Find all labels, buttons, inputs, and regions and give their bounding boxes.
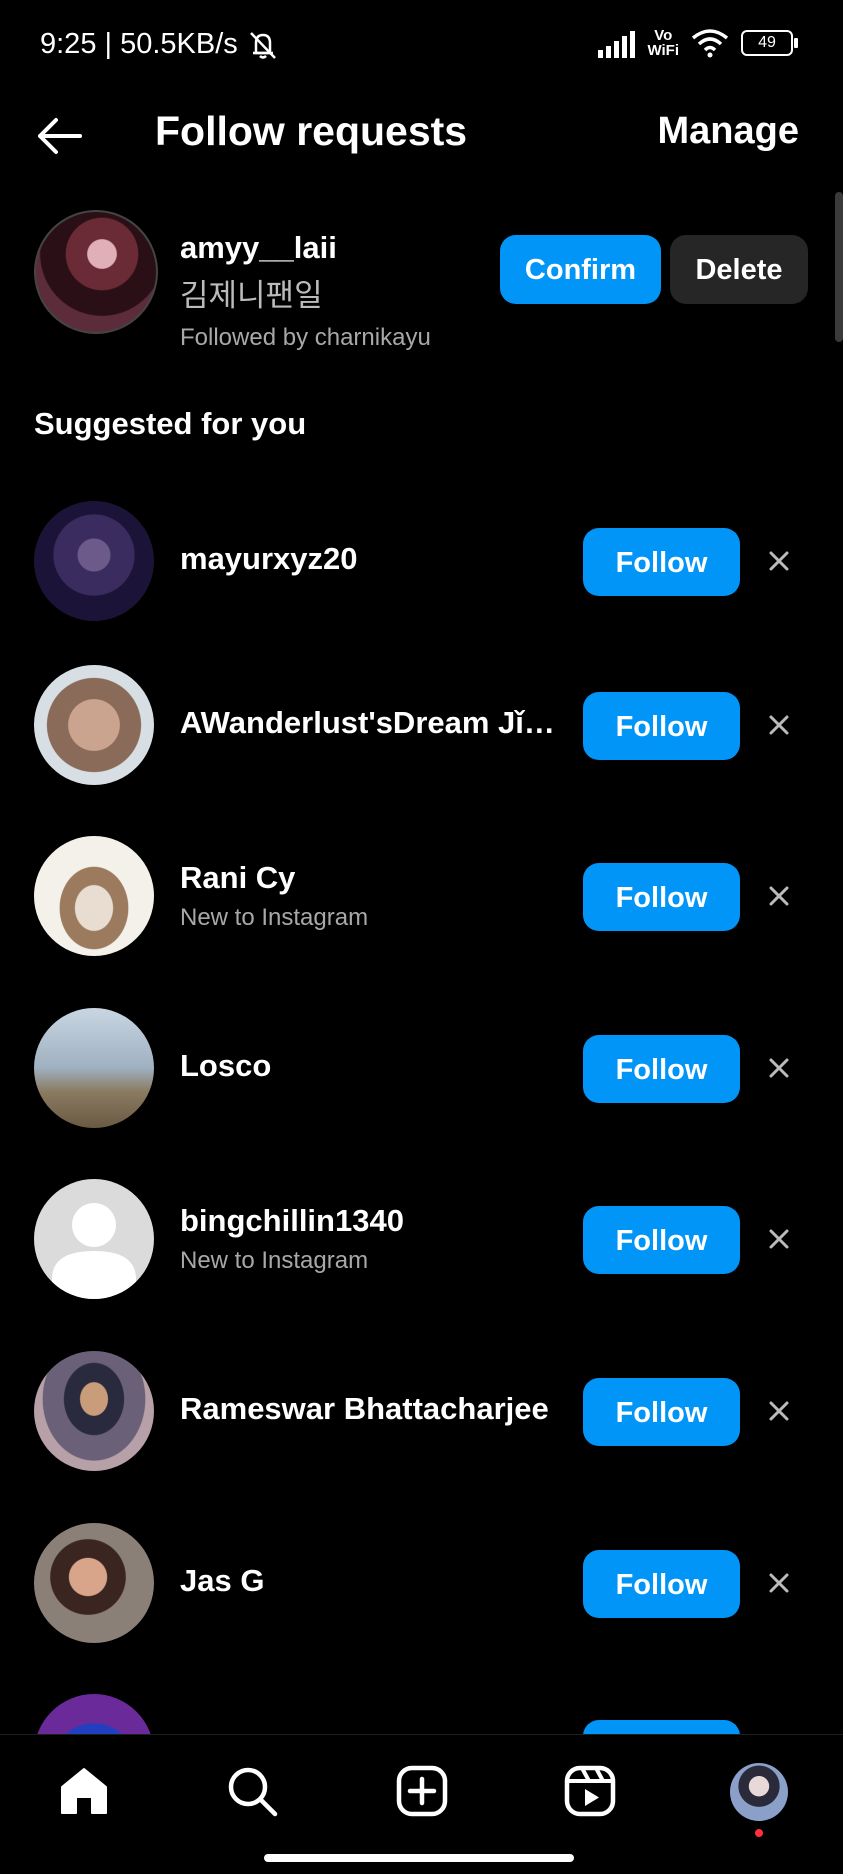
follow-button[interactable]: Follow xyxy=(583,692,740,760)
person-icon xyxy=(52,1203,136,1299)
avatar[interactable] xyxy=(34,501,154,621)
suggestion-subtitle: New to Instagram xyxy=(180,904,369,931)
follow-button[interactable]: Follow xyxy=(583,528,740,596)
avatar[interactable] xyxy=(34,210,158,334)
vowifi-bottom: WiFi xyxy=(647,42,679,59)
search-icon[interactable] xyxy=(224,1763,280,1819)
bottom-nav xyxy=(0,1734,843,1874)
profile-avatar[interactable] xyxy=(730,1763,788,1821)
vowifi-indicator: Vo WiFi xyxy=(647,28,679,58)
request-followed-by: Followed by charnikayu xyxy=(180,324,431,351)
suggestion-name[interactable]: Losco xyxy=(180,1048,271,1084)
suggestion-name[interactable]: Rani Cy xyxy=(180,860,295,896)
confirm-button[interactable]: Confirm xyxy=(500,235,661,304)
create-icon[interactable] xyxy=(394,1763,450,1819)
list-item: Jas G Follow xyxy=(0,1523,843,1673)
avatar[interactable] xyxy=(34,1351,154,1471)
list-item: Rani Cy New to Instagram Follow xyxy=(0,836,843,986)
manage-button[interactable]: Manage xyxy=(658,110,799,153)
avatar[interactable] xyxy=(34,1523,154,1643)
list-item: mayurxyz20 Follow xyxy=(0,501,843,651)
close-icon[interactable] xyxy=(762,708,796,742)
list-item: Losco Follow xyxy=(0,1008,843,1158)
list-item: bingchillin1340 New to Instagram Follow xyxy=(0,1179,843,1329)
close-icon[interactable] xyxy=(762,879,796,913)
status-left: 9:25 | 50.5KB/s xyxy=(40,28,280,61)
page-title: Follow requests xyxy=(155,108,468,154)
suggested-heading: Suggested for you xyxy=(34,406,307,441)
status-bar: 9:25 | 50.5KB/s Vo WiFi 49 xyxy=(0,0,843,96)
avatar[interactable] xyxy=(34,665,154,785)
reels-icon[interactable] xyxy=(562,1763,618,1819)
home-icon[interactable] xyxy=(56,1763,112,1819)
follow-button[interactable] xyxy=(583,1720,740,1734)
suggestion-name[interactable]: mayurxyz20 xyxy=(180,541,358,577)
request-display-name: 김제니팬일 xyxy=(180,278,323,313)
suggestion-name[interactable]: Rameswar Bhattacharjee xyxy=(180,1391,549,1427)
list-item: AWanderlust'sDream Jǐmǐ... Follow xyxy=(0,665,843,815)
back-arrow-icon[interactable] xyxy=(34,110,86,162)
request-username[interactable]: amyy__laii xyxy=(180,230,337,266)
follow-button[interactable]: Follow xyxy=(583,1035,740,1103)
signal-icon xyxy=(598,28,636,58)
suggestion-name[interactable]: bingchillin1340 xyxy=(180,1203,404,1239)
silent-bell-icon xyxy=(249,31,276,59)
status-time-speed: 9:25 | 50.5KB/s xyxy=(40,28,238,60)
suggestion-subtitle: New to Instagram xyxy=(180,1247,369,1274)
close-icon[interactable] xyxy=(762,1394,796,1428)
avatar[interactable] xyxy=(34,836,154,956)
suggestion-name[interactable]: AWanderlust'sDream Jǐmǐ... xyxy=(180,705,560,741)
suggestion-name[interactable]: Jas G xyxy=(180,1563,264,1599)
wifi-icon xyxy=(691,29,729,58)
battery-indicator: 49 xyxy=(741,30,798,56)
follow-button[interactable]: Follow xyxy=(583,1378,740,1446)
follow-request-row: amyy__laii 김제니팬일 Followed by charnikayu … xyxy=(0,208,843,358)
close-icon[interactable] xyxy=(762,1051,796,1085)
notification-dot xyxy=(755,1829,763,1837)
header: Follow requests Manage xyxy=(0,96,843,176)
close-icon[interactable] xyxy=(762,1222,796,1256)
list-item xyxy=(0,1694,843,1734)
follow-button[interactable]: Follow xyxy=(583,1550,740,1618)
home-indicator[interactable] xyxy=(264,1854,574,1862)
avatar[interactable] xyxy=(34,1694,154,1734)
list-item: Rameswar Bhattacharjee Follow xyxy=(0,1351,843,1501)
status-right: Vo WiFi 49 xyxy=(598,28,798,58)
close-icon[interactable] xyxy=(762,1566,796,1600)
avatar[interactable] xyxy=(34,1008,154,1128)
default-avatar[interactable] xyxy=(34,1179,154,1299)
vowifi-top: Vo xyxy=(654,27,673,44)
delete-button[interactable]: Delete xyxy=(670,235,808,304)
follow-button[interactable]: Follow xyxy=(583,863,740,931)
close-icon[interactable] xyxy=(762,544,796,578)
follow-button[interactable]: Follow xyxy=(583,1206,740,1274)
